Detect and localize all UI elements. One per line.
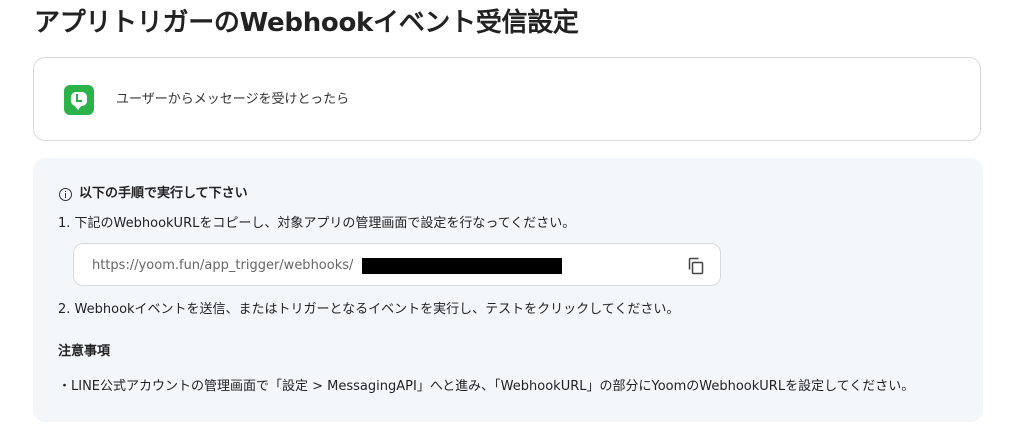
line-app-icon xyxy=(64,85,94,115)
instructions-panel: 以下の手順で実行して下さい 1. 下記のWebhookURLをコピーし、対象アプ… xyxy=(33,158,983,422)
step-1-text: 1. 下記のWebhookURLをコピーし、対象アプリの管理画面で設定を行なって… xyxy=(58,216,576,231)
trigger-label: ユーザーからメッセージを受けとったら xyxy=(116,92,350,107)
page-title: アプリトリガーのWebhookイベント受信設定 xyxy=(34,8,579,38)
instructions-heading-text: 以下の手順で実行して下さい xyxy=(79,186,248,201)
step-2-text: 2. Webhookイベントを送信、またはトリガーとなるイベントを実行し、テスト… xyxy=(58,302,680,317)
notes-text: ・LINE公式アカウントの管理画面で「設定 > MessagingAPI」へと進… xyxy=(58,379,915,394)
webhook-url-field[interactable]: https://yoom.fun/app_trigger/webhooks/ xyxy=(73,243,721,286)
info-icon xyxy=(59,187,72,201)
redacted-token xyxy=(362,258,562,274)
webhook-url-text[interactable]: https://yoom.fun/app_trigger/webhooks/ xyxy=(92,257,353,275)
notes-heading: 注意事項 xyxy=(58,344,111,359)
copy-icon[interactable] xyxy=(686,256,706,276)
trigger-card[interactable]: ユーザーからメッセージを受けとったら xyxy=(33,57,981,141)
instructions-heading: 以下の手順で実行して下さい xyxy=(59,185,248,203)
